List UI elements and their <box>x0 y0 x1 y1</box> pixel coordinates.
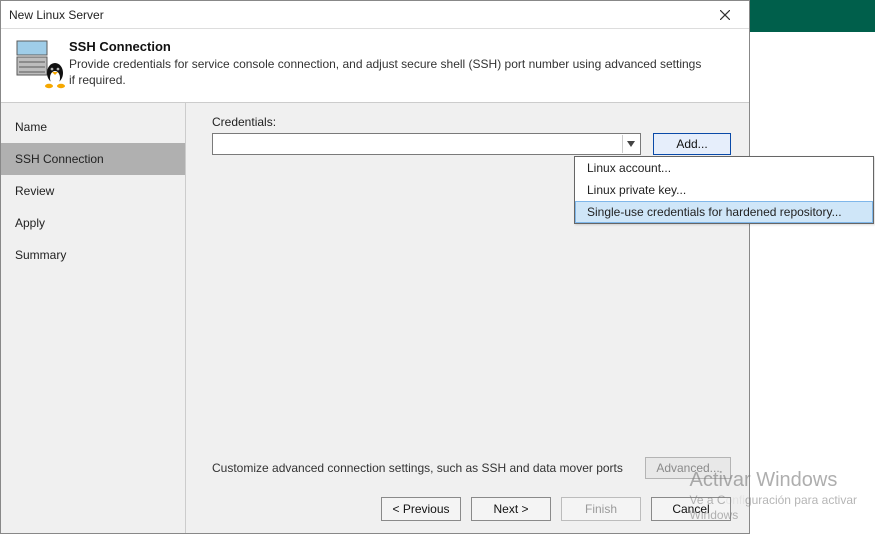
titlebar: New Linux Server <box>1 1 749 29</box>
combobox-dropdown-button[interactable] <box>622 135 638 153</box>
new-linux-server-dialog: New Linux Server SS <box>0 0 750 534</box>
header-text: SSH Connection Provide credentials for s… <box>69 39 709 88</box>
menu-linux-account[interactable]: Linux account... <box>575 157 873 179</box>
add-credentials-menu: Linux account... Linux private key... Si… <box>574 156 874 224</box>
add-credentials-button[interactable]: Add... <box>653 133 731 155</box>
wizard-footer: < Previous Next > Finish Cancel <box>212 493 731 523</box>
finish-button: Finish <box>561 497 641 521</box>
header-description: Provide credentials for service console … <box>69 56 709 88</box>
wizard-header: SSH Connection Provide credentials for s… <box>1 29 749 102</box>
chevron-down-icon <box>627 141 635 147</box>
credentials-label: Credentials: <box>212 115 731 129</box>
menu-single-use-credentials[interactable]: Single-use credentials for hardened repo… <box>575 201 873 223</box>
step-ssh-connection[interactable]: SSH Connection <box>1 143 185 175</box>
advanced-row: Customize advanced connection settings, … <box>212 457 731 479</box>
step-review[interactable]: Review <box>1 175 185 207</box>
wizard-steps-sidebar: Name SSH Connection Review Apply Summary <box>1 103 186 533</box>
step-name[interactable]: Name <box>1 111 185 143</box>
advanced-description: Customize advanced connection settings, … <box>212 461 635 475</box>
credentials-combobox[interactable] <box>212 133 641 155</box>
tux-icon <box>43 63 67 89</box>
cancel-button[interactable]: Cancel <box>651 497 731 521</box>
step-summary[interactable]: Summary <box>1 239 185 271</box>
menu-linux-private-key[interactable]: Linux private key... <box>575 179 873 201</box>
close-button[interactable] <box>709 3 741 27</box>
window-title: New Linux Server <box>9 8 709 22</box>
header-heading: SSH Connection <box>69 39 709 54</box>
next-button[interactable]: Next > <box>471 497 551 521</box>
app-ribbon-bg <box>750 0 875 32</box>
advanced-button[interactable]: Advanced... <box>645 457 731 479</box>
header-icon-group <box>15 39 59 83</box>
close-icon <box>720 10 730 20</box>
step-apply[interactable]: Apply <box>1 207 185 239</box>
previous-button[interactable]: < Previous <box>381 497 461 521</box>
